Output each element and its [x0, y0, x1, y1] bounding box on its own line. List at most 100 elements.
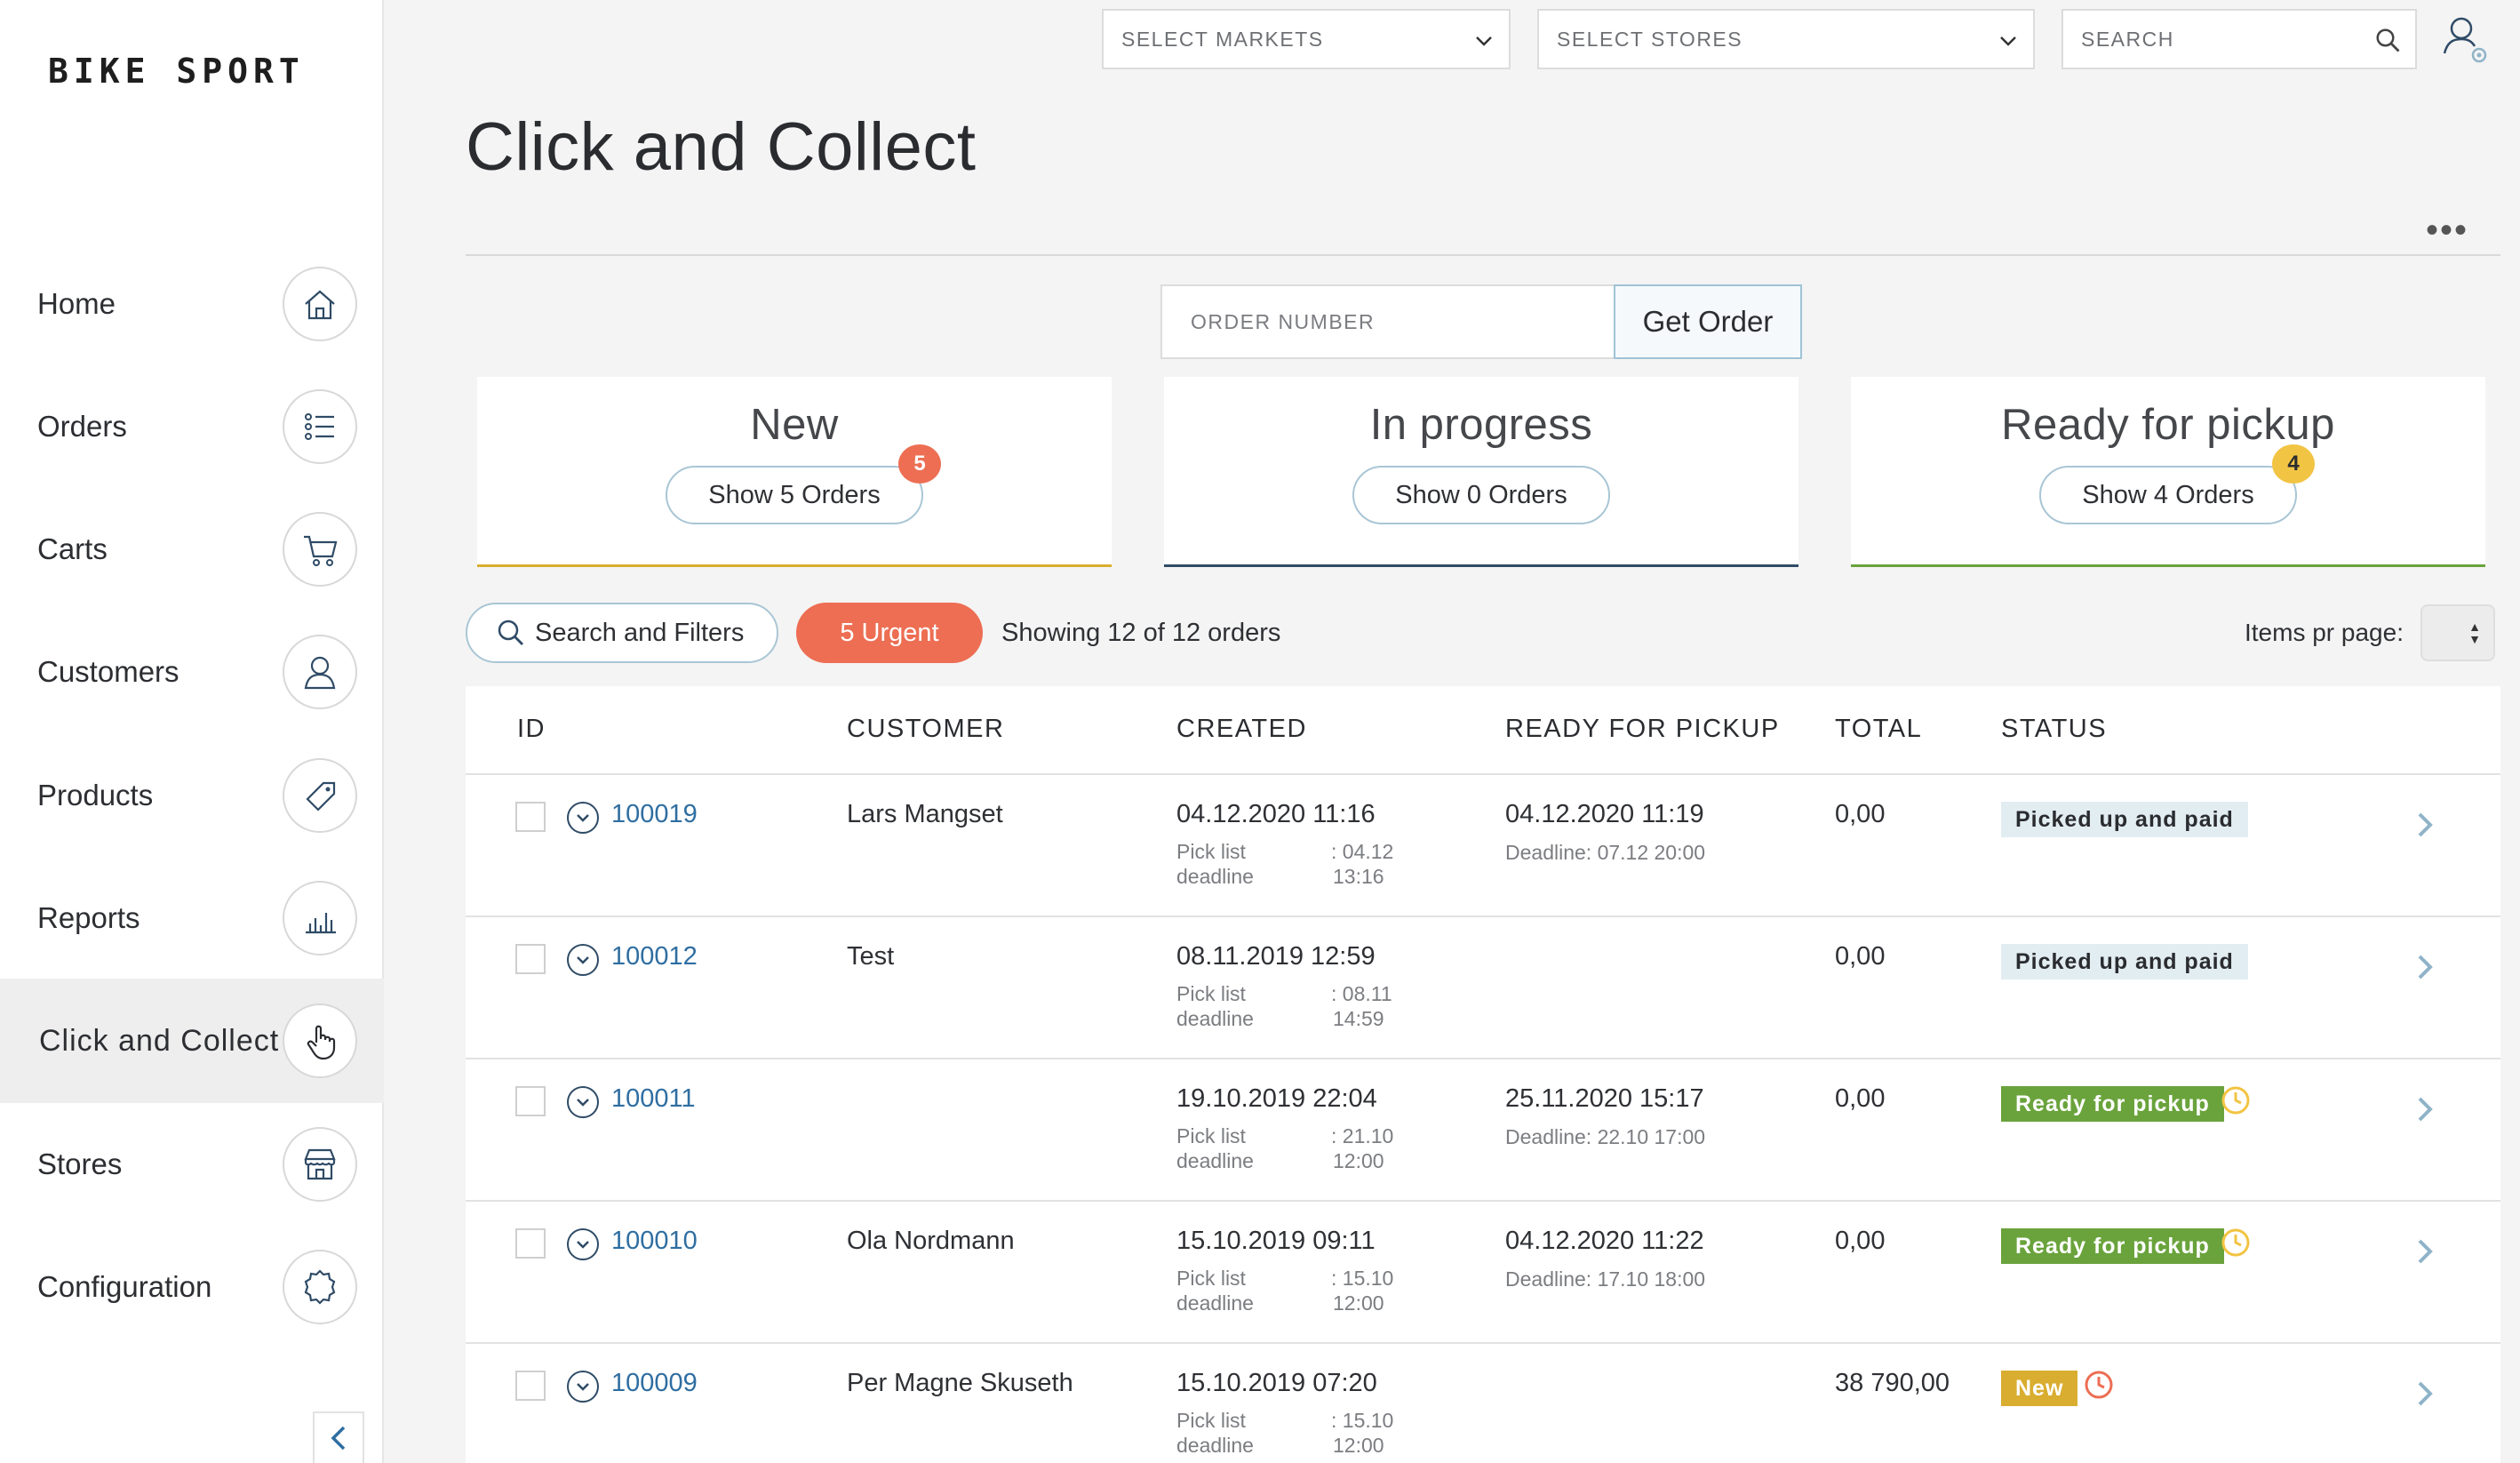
table-row[interactable]: 100011 19.10.2019 22:04 Pick list deadline:…: [466, 1059, 2500, 1202]
created-date: 04.12.2020 11:16: [1176, 800, 1376, 828]
pick-list-label-line-2: deadline: [1176, 1434, 1254, 1457]
pick-list-label: Pick list deadline: [1176, 1408, 1254, 1458]
page-title: Click and Collect: [466, 109, 977, 185]
column-header-status[interactable]: STATUS: [2001, 715, 2107, 744]
status-badge: Ready for pickup: [2001, 1228, 2224, 1264]
hand-pointer-icon: [283, 1003, 357, 1078]
sidebar-item-click-and-collect[interactable]: Click and Collect: [0, 979, 384, 1103]
column-header-id[interactable]: ID: [517, 715, 546, 744]
title-divider: [466, 254, 2500, 256]
items-per-page-select[interactable]: ▲ ▼: [2420, 604, 2495, 661]
sidebar-item-orders[interactable]: Orders: [0, 364, 384, 489]
order-id-link[interactable]: 100011: [611, 1084, 696, 1114]
sidebar-item-label: Home: [37, 287, 116, 320]
chevron-down-icon: [577, 1241, 589, 1249]
expand-row-button[interactable]: [567, 1371, 599, 1403]
order-id-link[interactable]: 100009: [611, 1369, 698, 1398]
order-id-link[interactable]: 100019: [611, 800, 698, 829]
created-date: 19.10.2019 22:04: [1176, 1084, 1377, 1113]
row-checkbox[interactable]: [515, 802, 546, 832]
column-header-customer[interactable]: CUSTOMER: [847, 715, 1004, 744]
get-order-button[interactable]: Get Order: [1614, 284, 1802, 359]
customer-name: Lars Mangset: [847, 800, 1003, 828]
chevron-right-icon[interactable]: [2412, 1091, 2438, 1127]
chevron-down-icon: [1476, 36, 1492, 46]
sidebar-item-home[interactable]: Home: [0, 242, 384, 366]
table-row[interactable]: 100010 Ola Nordmann 15.10.2019 09:11 Pick l…: [466, 1202, 2500, 1344]
search-input[interactable]: SEARCH: [2061, 9, 2417, 69]
store-icon: [283, 1127, 357, 1202]
clock-icon: [2085, 1371, 2113, 1399]
chevron-left-icon: [331, 1426, 346, 1451]
chevron-right-icon[interactable]: [2412, 949, 2438, 985]
table-row[interactable]: 100009 Per Magne Skuseth 15.10.2019 07:20 P…: [466, 1344, 2500, 1463]
order-id-link[interactable]: 100012: [611, 942, 698, 971]
pick-list-deadline: : 04.12 13:16: [1331, 839, 1393, 889]
show-orders-button[interactable]: Show 4 Orders: [2039, 466, 2297, 524]
column-header-total[interactable]: TOTAL: [1835, 715, 1922, 744]
search-icon[interactable]: [2374, 27, 2401, 53]
pick-list-date: : 04.12: [1331, 840, 1394, 863]
sidebar-item-products[interactable]: Products: [0, 733, 384, 858]
order-total: 0,00: [1835, 1227, 1886, 1255]
pick-list-label: Pick list deadline: [1176, 839, 1254, 889]
column-header-created[interactable]: CREATED: [1176, 715, 1307, 744]
pickup-deadline: Deadline: 07.12 20:00: [1505, 841, 1706, 864]
expand-row-button[interactable]: [567, 1228, 599, 1260]
sidebar-item-stores[interactable]: Stores: [0, 1102, 384, 1227]
order-number-input[interactable]: ORDER NUMBER: [1160, 284, 1615, 359]
brand-logo[interactable]: BIKE SPORT: [48, 52, 305, 91]
column-header-ready-for-pickup[interactable]: READY FOR PICKUP: [1505, 715, 1780, 744]
sidebar-item-configuration[interactable]: Configuration: [0, 1225, 384, 1349]
status-badge: Picked up and paid: [2001, 802, 2248, 837]
more-options-icon[interactable]: •••: [2426, 212, 2468, 248]
pick-list-label-line-1: Pick list: [1176, 1267, 1246, 1290]
pick-list-deadline: : 15.10 12:00: [1331, 1408, 1393, 1458]
cart-icon: [283, 512, 357, 587]
order-total: 0,00: [1835, 942, 1886, 971]
row-checkbox[interactable]: [515, 944, 546, 974]
table-row[interactable]: 100012 Test 08.11.2019 12:59 Pick list deadl…: [466, 917, 2500, 1059]
pick-list-date: : 15.10: [1331, 1267, 1394, 1290]
order-count-badge: 5: [898, 444, 941, 484]
chevron-right-icon[interactable]: [2412, 1376, 2438, 1411]
order-id-link[interactable]: 100010: [611, 1227, 698, 1256]
expand-row-button[interactable]: [567, 802, 599, 834]
expand-row-button[interactable]: [567, 1086, 599, 1118]
row-checkbox[interactable]: [515, 1371, 546, 1401]
row-checkbox[interactable]: [515, 1086, 546, 1116]
show-orders-button[interactable]: Show 5 Orders: [666, 466, 923, 524]
collapse-sidebar-button[interactable]: [313, 1411, 364, 1463]
show-orders-button[interactable]: Show 0 Orders: [1352, 466, 1610, 524]
pick-list-deadline: : 15.10 12:00: [1331, 1266, 1393, 1315]
stores-select[interactable]: SELECT STORES: [1537, 9, 2035, 69]
ready-for-pickup-date: 25.11.2020 15:17: [1505, 1084, 1704, 1113]
urgent-filter-button[interactable]: 5 Urgent: [796, 603, 983, 663]
chevron-down-icon: [2000, 36, 2016, 46]
markets-select[interactable]: SELECT MARKETS: [1102, 9, 1511, 69]
sidebar-item-label: Click and Collect: [39, 1023, 280, 1058]
sidebar-item-customers[interactable]: Customers: [0, 610, 384, 734]
chevron-right-icon[interactable]: [2412, 1234, 2438, 1269]
customer-name: Ola Nordmann: [847, 1227, 1015, 1255]
status-card-title: New: [750, 401, 839, 449]
pick-list-label-line-2: deadline: [1176, 1291, 1254, 1315]
chevron-down-icon: [577, 1383, 589, 1391]
pick-list-date: : 21.10: [1331, 1124, 1394, 1147]
user-settings-icon[interactable]: [2442, 14, 2488, 64]
items-per-page-label: Items pr page:: [2245, 619, 2404, 646]
pick-list-label-line-1: Pick list: [1176, 1409, 1246, 1432]
pick-list-label-line-1: Pick list: [1176, 840, 1246, 863]
sidebar-item-reports[interactable]: Reports: [0, 856, 384, 980]
row-checkbox[interactable]: [515, 1228, 546, 1259]
chevron-right-icon[interactable]: [2412, 807, 2438, 843]
pick-list-time: 14:59: [1333, 1007, 1384, 1030]
home-icon: [283, 267, 357, 341]
table-row[interactable]: 100019 Lars Mangset 04.12.2020 11:16 Pick l…: [466, 775, 2500, 917]
clock-icon: [2221, 1086, 2250, 1115]
pick-list-deadline: : 08.11 14:59: [1331, 981, 1392, 1031]
expand-row-button[interactable]: [567, 944, 599, 976]
search-and-filters-button[interactable]: Search and Filters: [466, 603, 778, 663]
search-icon: [498, 620, 523, 645]
sidebar-item-carts[interactable]: Carts: [0, 487, 384, 612]
